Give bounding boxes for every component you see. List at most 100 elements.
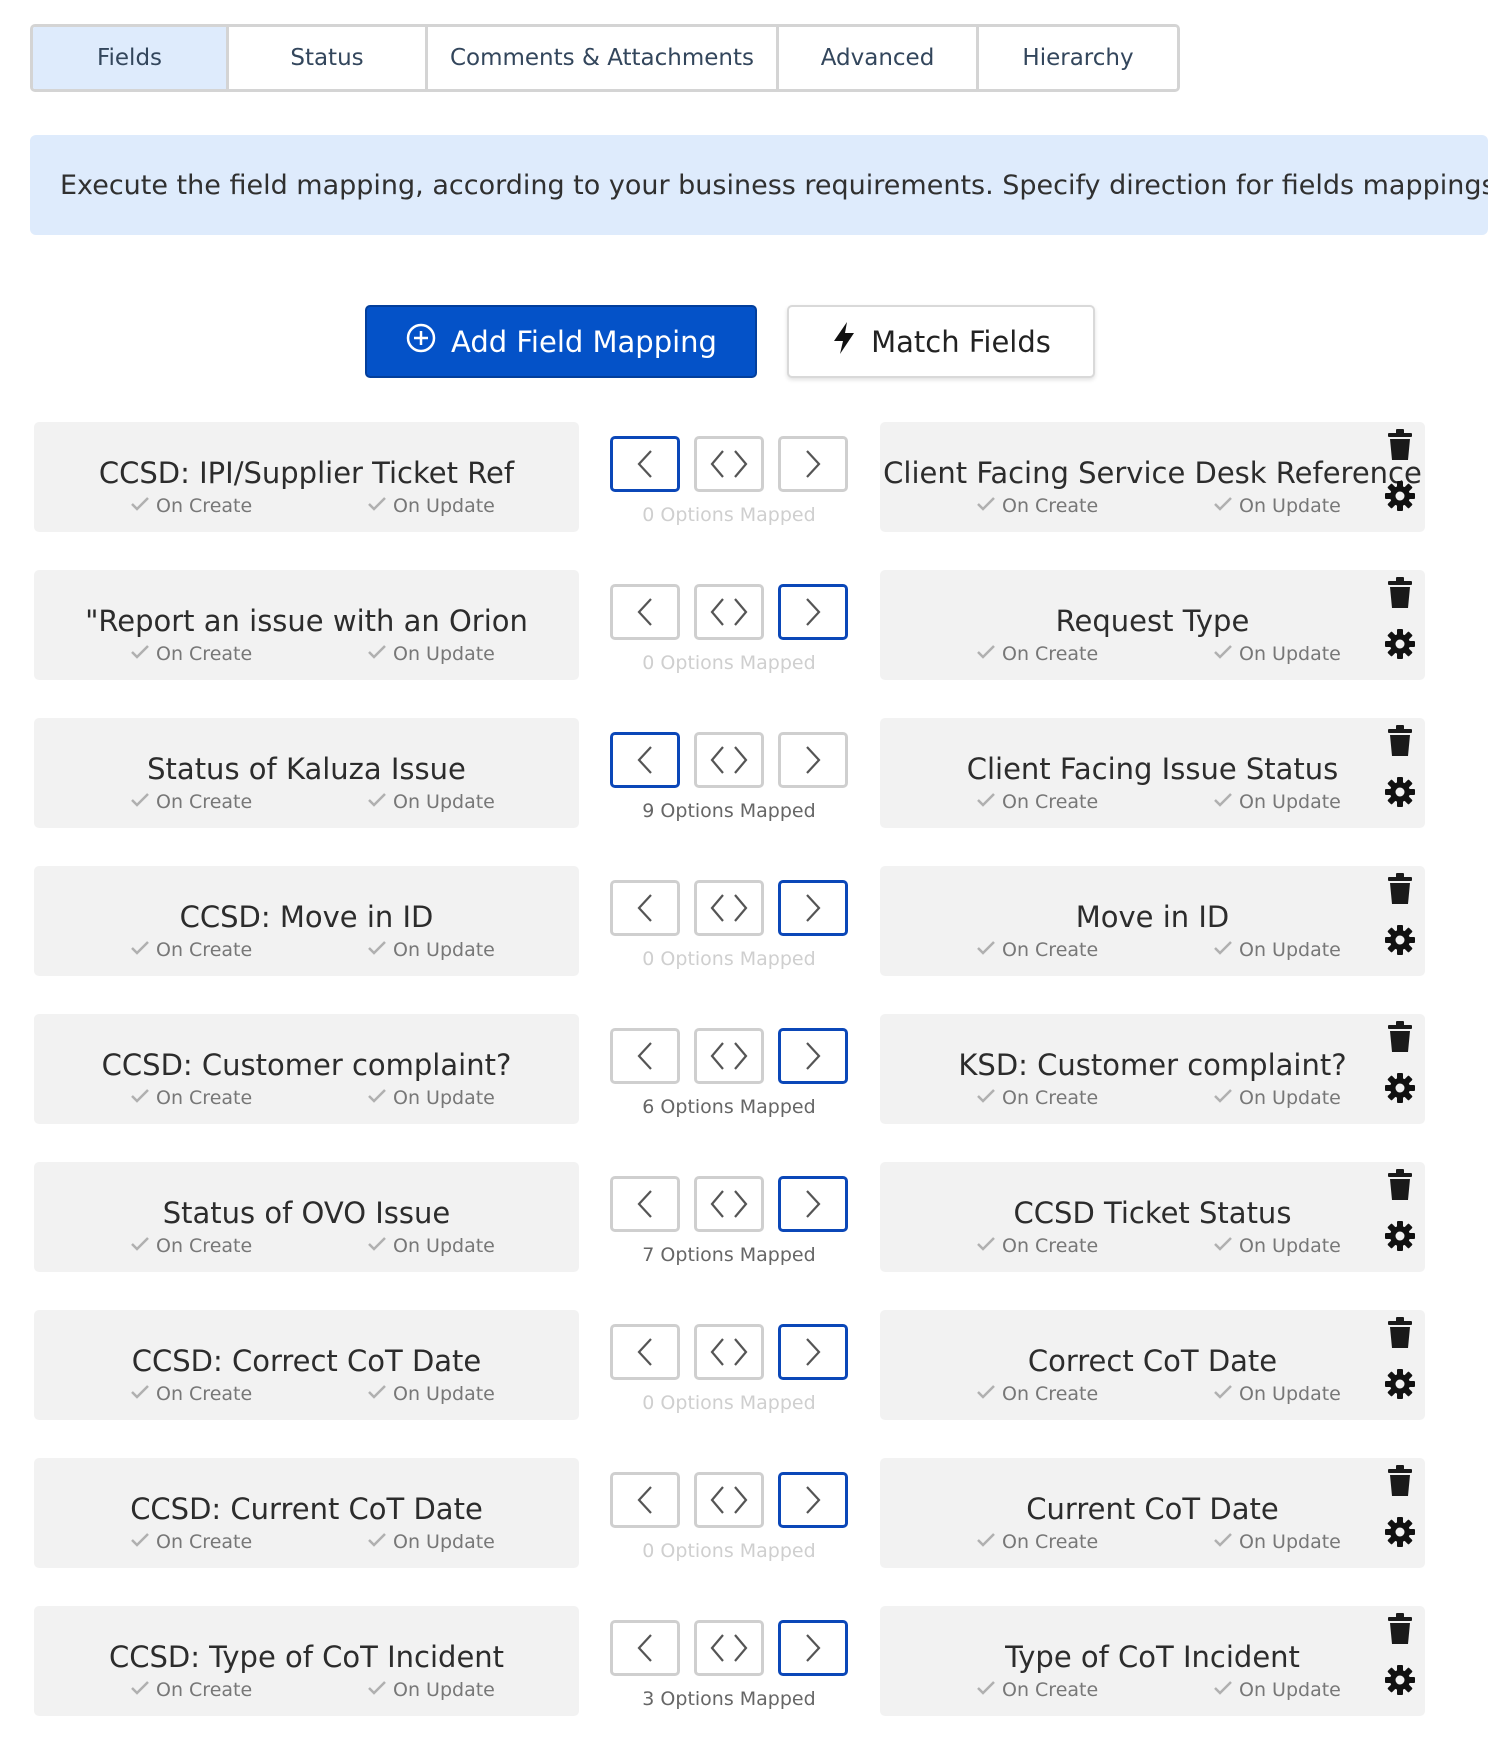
direction-right-button[interactable] [778, 1324, 848, 1380]
target-field[interactable]: Type of CoT Incident On Create On Update [880, 1606, 1425, 1716]
on-update-toggle[interactable]: On Update [367, 939, 495, 961]
on-update-toggle[interactable]: On Update [1213, 791, 1341, 813]
direction-right-button[interactable] [778, 880, 848, 936]
direction-right-button[interactable] [778, 584, 848, 640]
direction-left-button[interactable] [610, 1324, 680, 1380]
on-create-toggle[interactable]: On Create [976, 1531, 1098, 1553]
target-field[interactable]: Client Facing Service Desk Reference On … [880, 422, 1425, 532]
on-create-toggle[interactable]: On Create [130, 939, 252, 961]
direction-both-button[interactable] [694, 1472, 764, 1528]
on-create-toggle[interactable]: On Create [130, 1087, 252, 1109]
direction-both-button[interactable] [694, 880, 764, 936]
on-create-toggle[interactable]: On Create [976, 643, 1098, 665]
on-update-toggle[interactable]: On Update [1213, 1087, 1341, 1109]
direction-both-button[interactable] [694, 732, 764, 788]
direction-right-button[interactable] [778, 1472, 848, 1528]
gear-icon[interactable] [1383, 1515, 1417, 1549]
tab-status[interactable]: Status [229, 27, 428, 89]
direction-left-button[interactable] [610, 436, 680, 492]
on-update-toggle[interactable]: On Update [1213, 1531, 1341, 1553]
on-update-toggle[interactable]: On Update [367, 1383, 495, 1405]
source-field[interactable]: "Report an issue with an Orion On Create… [34, 570, 579, 680]
target-field[interactable]: Request Type On Create On Update [880, 570, 1425, 680]
on-update-toggle[interactable]: On Update [367, 495, 495, 517]
on-update-toggle[interactable]: On Update [1213, 495, 1341, 517]
source-field[interactable]: CCSD: Current CoT Date On Create On Upda… [34, 1458, 579, 1568]
trash-icon[interactable] [1383, 1316, 1417, 1350]
on-update-toggle[interactable]: On Update [367, 1531, 495, 1553]
direction-right-button[interactable] [778, 732, 848, 788]
match-fields-button[interactable]: Match Fields [787, 305, 1095, 378]
on-create-toggle[interactable]: On Create [976, 1235, 1098, 1257]
on-update-toggle[interactable]: On Update [1213, 1679, 1341, 1701]
direction-both-button[interactable] [694, 436, 764, 492]
direction-left-button[interactable] [610, 880, 680, 936]
direction-right-button[interactable] [778, 1176, 848, 1232]
on-create-toggle[interactable]: On Create [976, 1679, 1098, 1701]
on-update-toggle[interactable]: On Update [367, 643, 495, 665]
trash-icon[interactable] [1383, 428, 1417, 462]
target-field[interactable]: Correct CoT Date On Create On Update [880, 1310, 1425, 1420]
direction-right-button[interactable] [778, 1028, 848, 1084]
gear-icon[interactable] [1383, 1663, 1417, 1697]
on-update-toggle[interactable]: On Update [1213, 643, 1341, 665]
on-create-toggle[interactable]: On Create [976, 1087, 1098, 1109]
source-field[interactable]: CCSD: Correct CoT Date On Create On Upda… [34, 1310, 579, 1420]
direction-left-button[interactable] [610, 1028, 680, 1084]
trash-icon[interactable] [1383, 1020, 1417, 1054]
direction-both-button[interactable] [694, 1620, 764, 1676]
on-create-toggle[interactable]: On Create [976, 939, 1098, 961]
target-field[interactable]: KSD: Customer complaint? On Create On Up… [880, 1014, 1425, 1124]
direction-left-button[interactable] [610, 1620, 680, 1676]
gear-icon[interactable] [1383, 775, 1417, 809]
trash-icon[interactable] [1383, 1612, 1417, 1646]
source-field[interactable]: Status of Kaluza Issue On Create On Upda… [34, 718, 579, 828]
on-create-toggle[interactable]: On Create [976, 791, 1098, 813]
trash-icon[interactable] [1383, 1168, 1417, 1202]
direction-right-button[interactable] [778, 436, 848, 492]
direction-both-button[interactable] [694, 1028, 764, 1084]
source-field[interactable]: CCSD: Type of CoT Incident On Create On … [34, 1606, 579, 1716]
direction-left-button[interactable] [610, 1176, 680, 1232]
tab-advanced[interactable]: Advanced [779, 27, 979, 89]
target-field[interactable]: Current CoT Date On Create On Update [880, 1458, 1425, 1568]
target-field[interactable]: Move in ID On Create On Update [880, 866, 1425, 976]
on-update-toggle[interactable]: On Update [367, 1087, 495, 1109]
on-update-toggle[interactable]: On Update [1213, 1383, 1341, 1405]
direction-right-button[interactable] [778, 1620, 848, 1676]
on-update-toggle[interactable]: On Update [367, 1235, 495, 1257]
on-update-toggle[interactable]: On Update [1213, 939, 1341, 961]
on-update-toggle[interactable]: On Update [367, 1679, 495, 1701]
on-create-toggle[interactable]: On Create [130, 1383, 252, 1405]
on-create-toggle[interactable]: On Create [976, 1383, 1098, 1405]
source-field[interactable]: Status of OVO Issue On Create On Update [34, 1162, 579, 1272]
on-create-toggle[interactable]: On Create [130, 643, 252, 665]
on-create-toggle[interactable]: On Create [130, 1679, 252, 1701]
on-create-toggle[interactable]: On Create [976, 495, 1098, 517]
trash-icon[interactable] [1383, 1464, 1417, 1498]
gear-icon[interactable] [1383, 1071, 1417, 1105]
gear-icon[interactable] [1383, 479, 1417, 513]
trash-icon[interactable] [1383, 576, 1417, 610]
gear-icon[interactable] [1383, 923, 1417, 957]
gear-icon[interactable] [1383, 1367, 1417, 1401]
source-field[interactable]: CCSD: IPI/Supplier Ticket Ref On Create … [34, 422, 579, 532]
gear-icon[interactable] [1383, 627, 1417, 661]
source-field[interactable]: CCSD: Customer complaint? On Create On U… [34, 1014, 579, 1124]
trash-icon[interactable] [1383, 724, 1417, 758]
direction-left-button[interactable] [610, 732, 680, 788]
on-create-toggle[interactable]: On Create [130, 495, 252, 517]
add-field-mapping-button[interactable]: Add Field Mapping [365, 305, 757, 378]
direction-left-button[interactable] [610, 1472, 680, 1528]
target-field[interactable]: Client Facing Issue Status On Create On … [880, 718, 1425, 828]
tab-hierarchy[interactable]: Hierarchy [979, 27, 1177, 89]
target-field[interactable]: CCSD Ticket Status On Create On Update [880, 1162, 1425, 1272]
tab-fields[interactable]: Fields [33, 27, 229, 89]
gear-icon[interactable] [1383, 1219, 1417, 1253]
direction-left-button[interactable] [610, 584, 680, 640]
on-create-toggle[interactable]: On Create [130, 1235, 252, 1257]
on-create-toggle[interactable]: On Create [130, 1531, 252, 1553]
on-create-toggle[interactable]: On Create [130, 791, 252, 813]
direction-both-button[interactable] [694, 584, 764, 640]
on-update-toggle[interactable]: On Update [1213, 1235, 1341, 1257]
